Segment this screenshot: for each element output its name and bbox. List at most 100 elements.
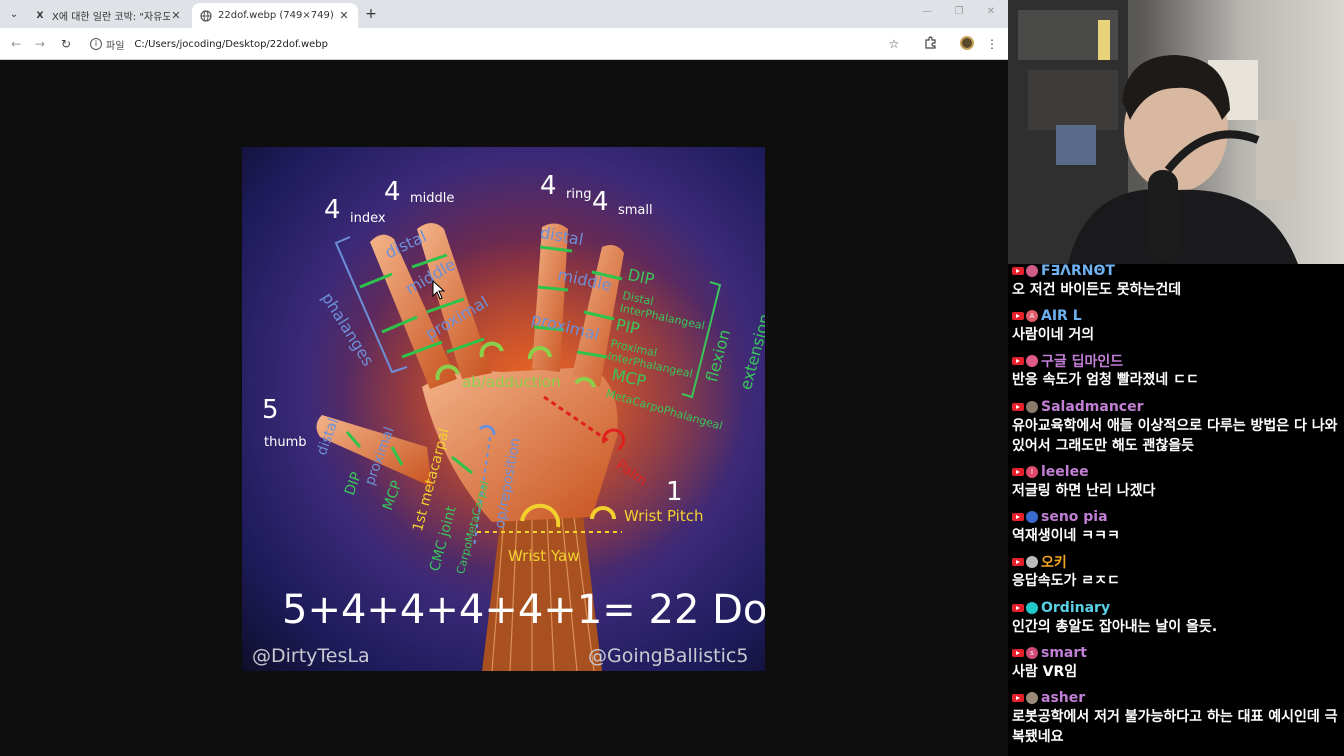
avatar bbox=[1026, 692, 1038, 704]
chat-text: 사람 VR임 bbox=[1012, 664, 1078, 680]
youtube-icon bbox=[1012, 312, 1024, 320]
youtube-icon bbox=[1012, 403, 1024, 411]
chat-text: 사람이네 거의 bbox=[1012, 327, 1095, 343]
chevron-down-icon: ⌄ bbox=[9, 8, 19, 20]
chat-username[interactable]: Saladmancer bbox=[1041, 399, 1144, 415]
wrist-yaw-label: Wrist Yaw bbox=[508, 547, 580, 565]
chat-text: 응답속도가 ㄹㅈㄷ bbox=[1012, 573, 1120, 589]
avatar bbox=[1026, 556, 1038, 568]
chat-message: seno pia 역재생이네 ㅋㅋㅋ bbox=[1012, 509, 1342, 546]
youtube-icon bbox=[1012, 604, 1024, 612]
chat-message: l leelee 저글링 하면 난리 나겠다 bbox=[1012, 464, 1342, 501]
chat-username[interactable]: 구글 딥마인드 bbox=[1041, 351, 1123, 371]
minimize-button[interactable]: — bbox=[920, 6, 934, 17]
close-window-button[interactable]: ✕ bbox=[984, 6, 998, 17]
small-count: 4 bbox=[592, 187, 609, 217]
minimize-icon: — bbox=[922, 6, 932, 17]
browser-window: ⌄ X X에 대한 일란 코박: "자유도가 ✕ 22dof.webp (749… bbox=[0, 0, 1008, 756]
info-icon[interactable]: i bbox=[90, 38, 102, 50]
avatar: A bbox=[1026, 310, 1038, 322]
youtube-icon bbox=[1012, 267, 1024, 275]
avatar bbox=[1026, 511, 1038, 523]
tab-x-post[interactable]: X X에 대한 일란 코박: "자유도가 ✕ bbox=[26, 3, 190, 28]
tab-22dof[interactable]: 22dof.webp (749×749) ✕ bbox=[192, 3, 358, 28]
chat-username[interactable]: F∃ΛRNΘT bbox=[1041, 264, 1115, 279]
chat-text: 유아교육학에서 애들 이상적으로 다루는 방법은 다 나와있어서 그래도만 해도… bbox=[1012, 418, 1338, 454]
avatar: s bbox=[1026, 647, 1038, 659]
puzzle-icon bbox=[924, 36, 937, 52]
dof-hand-image[interactable]: 4 index 4 middle 4 ring 4 small 5 thumb … bbox=[242, 147, 765, 671]
new-tab-button[interactable]: + bbox=[362, 5, 380, 23]
avatar bbox=[1026, 265, 1038, 277]
kebab-menu-icon: ⋮ bbox=[986, 37, 998, 51]
youtube-icon bbox=[1012, 649, 1024, 657]
tab-bar: ⌄ X X에 대한 일란 코박: "자유도가 ✕ 22dof.webp (749… bbox=[0, 0, 1008, 28]
tab-search-button[interactable]: ⌄ bbox=[4, 4, 24, 24]
small-label: small bbox=[618, 203, 653, 218]
live-chat: F∃ΛRNΘT 오 저건 바이든도 못하는건데 A AIR L 사람이네 거의 구… bbox=[1008, 264, 1344, 756]
ring-count: 4 bbox=[540, 171, 557, 201]
reload-button[interactable]: ↻ bbox=[58, 36, 74, 52]
wrist-count: 1 bbox=[666, 477, 683, 507]
chat-username[interactable]: smart bbox=[1041, 645, 1087, 661]
star-icon: ☆ bbox=[888, 37, 900, 51]
forward-button[interactable]: → bbox=[32, 36, 48, 52]
address-bar[interactable]: i 파일 C:/Users/jocoding/Desktop/22dof.web… bbox=[84, 32, 914, 56]
chat-text: 인간의 총알도 잡아내는 날이 올듯. bbox=[1012, 619, 1218, 635]
close-icon: ✕ bbox=[986, 6, 996, 17]
index-label: index bbox=[350, 211, 386, 226]
plus-icon: + bbox=[365, 6, 377, 22]
youtube-icon bbox=[1012, 513, 1024, 521]
x-logo-icon: X bbox=[36, 10, 44, 21]
thumb-count: 5 bbox=[262, 395, 279, 425]
avatar: l bbox=[1026, 466, 1038, 478]
chat-message: s smart 사람 VR임 bbox=[1012, 645, 1342, 682]
chat-username[interactable]: AIR L bbox=[1041, 308, 1082, 324]
chat-message: F∃ΛRNΘT 오 저건 바이든도 못하는건데 bbox=[1012, 264, 1342, 300]
webcam-feed bbox=[1008, 0, 1344, 264]
image-viewport: 4 index 4 middle 4 ring 4 small 5 thumb … bbox=[0, 61, 1008, 756]
thumb-label: thumb bbox=[264, 435, 307, 450]
restore-icon: ❐ bbox=[954, 6, 964, 17]
youtube-icon bbox=[1012, 468, 1024, 476]
tab-title: 22dof.webp (749×749) bbox=[218, 10, 334, 21]
chat-text: 저글링 하면 난리 나겠다 bbox=[1012, 483, 1156, 499]
chat-username[interactable]: asher bbox=[1041, 690, 1085, 706]
address-scheme-label: 파일 bbox=[106, 40, 125, 52]
avatar bbox=[1026, 355, 1038, 367]
youtube-icon bbox=[1012, 694, 1024, 702]
chat-username[interactable]: 오키 bbox=[1041, 552, 1067, 572]
menu-button[interactable]: ⋮ bbox=[984, 36, 1000, 52]
arrow-right-icon: → bbox=[34, 37, 46, 51]
tab-close-icon[interactable]: ✕ bbox=[170, 9, 182, 22]
extensions-button[interactable] bbox=[922, 36, 938, 52]
chat-text: 반응 속도가 엄청 빨라졌네 ㄷㄷ bbox=[1012, 372, 1199, 388]
dof-equation: 5+4+4+4+4+1= 22 DoF bbox=[282, 587, 765, 633]
abadduction-label: ab/adduction bbox=[462, 373, 561, 391]
tab-close-icon[interactable]: ✕ bbox=[338, 9, 350, 22]
wrist-pitch-label: Wrist Pitch bbox=[624, 507, 704, 525]
avatar bbox=[1026, 602, 1038, 614]
back-button[interactable]: ← bbox=[8, 36, 24, 52]
chat-username[interactable]: seno pia bbox=[1041, 509, 1108, 525]
chat-username[interactable]: Ordinary bbox=[1041, 600, 1110, 616]
streamer-video-frame bbox=[1008, 0, 1298, 264]
youtube-icon bbox=[1012, 357, 1024, 365]
profile-avatar[interactable] bbox=[960, 36, 974, 50]
arrow-left-icon: ← bbox=[10, 37, 22, 51]
youtube-icon bbox=[1012, 558, 1024, 566]
avatar bbox=[1026, 401, 1038, 413]
chat-message: Saladmancer 유아교육학에서 애들 이상적으로 다루는 방법은 다 나… bbox=[1012, 399, 1342, 456]
tab-title: X에 대한 일란 코박: "자유도가 bbox=[52, 12, 170, 23]
chat-message: 오키 응답속도가 ㄹㅈㄷ bbox=[1012, 555, 1342, 591]
middle-count: 4 bbox=[384, 177, 401, 207]
globe-icon bbox=[200, 9, 212, 22]
bookmark-button[interactable]: ☆ bbox=[886, 36, 902, 52]
credit-left: @DirtyTesLa bbox=[252, 645, 370, 667]
chat-username[interactable]: leelee bbox=[1041, 464, 1089, 480]
chat-text: 역재생이네 ㅋㅋㅋ bbox=[1012, 528, 1120, 544]
reload-icon: ↻ bbox=[60, 37, 72, 51]
chat-message: asher 로봇공학에서 저거 불가능하다고 하는 대표 예시인데 극복됐네요 bbox=[1012, 690, 1342, 747]
restore-button[interactable]: ❐ bbox=[952, 6, 966, 17]
chat-text: 오 저건 바이든도 못하는건데 bbox=[1012, 282, 1182, 298]
